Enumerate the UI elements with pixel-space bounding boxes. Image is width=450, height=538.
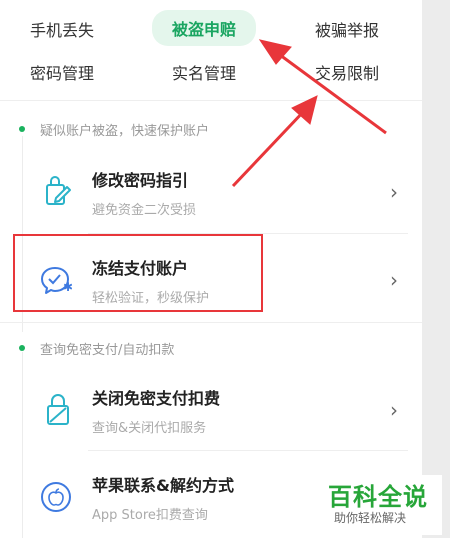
watermark-logo: 百科全说 助你轻松解决	[324, 475, 442, 535]
watermark-sub: 助你轻松解决	[334, 511, 407, 525]
arrow-line	[231, 108, 307, 188]
annotation-arrows	[231, 39, 387, 188]
arrow-line	[275, 50, 387, 135]
watermark-main: 百科全说	[328, 483, 428, 511]
